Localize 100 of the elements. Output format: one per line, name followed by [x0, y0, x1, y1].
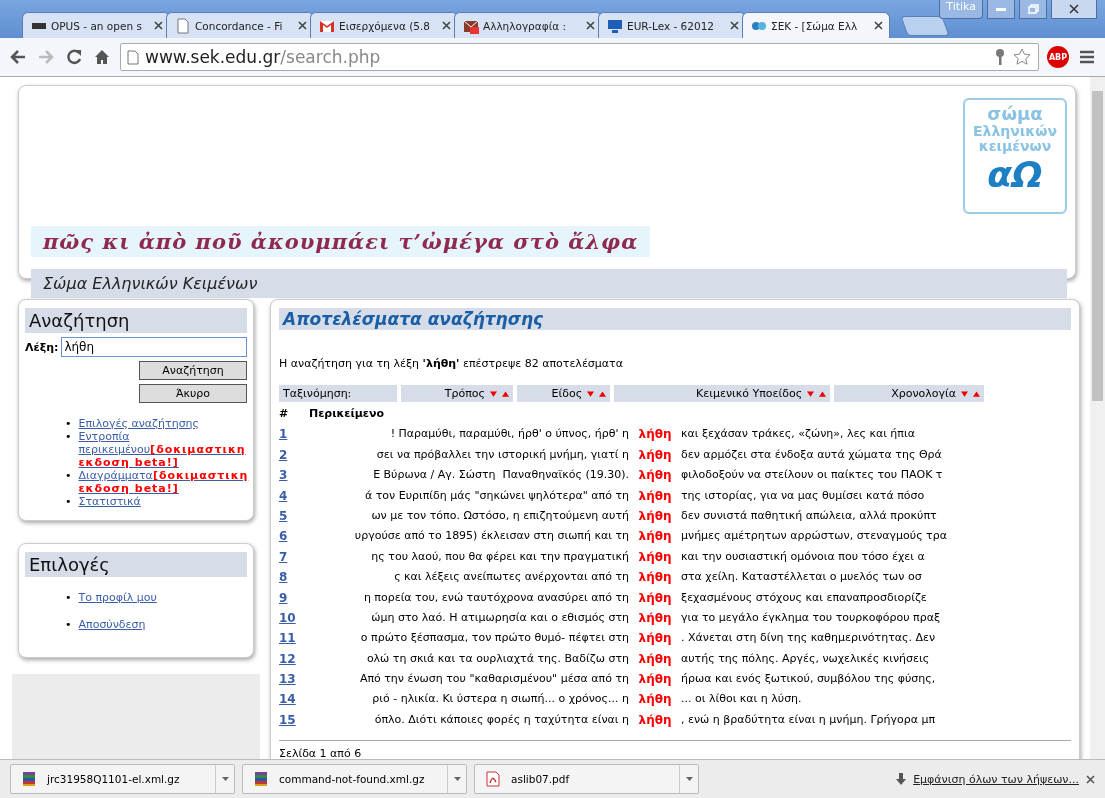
- star-icon[interactable]: [1012, 47, 1032, 67]
- close-icon[interactable]: [154, 21, 163, 30]
- context-left: Από την ένωση του "καθαρισμένου" μέσα από τη: [358, 671, 629, 688]
- menu-link[interactable]: Εντροπία περικειμένου[δοκιμαστικη εκδοση beta!]: [78, 430, 247, 469]
- close-icon[interactable]: [442, 21, 451, 30]
- close-button[interactable]: [1051, 0, 1097, 19]
- keyword: λήθη: [637, 711, 673, 729]
- result-link[interactable]: 2: [279, 444, 303, 466]
- sort-up-icon[interactable]: [973, 390, 980, 397]
- sort-column[interactable]: Τρόπος: [401, 385, 513, 402]
- result-link[interactable]: 13: [279, 669, 303, 690]
- caret-icon[interactable]: [221, 777, 229, 781]
- logo-text: Ελληνικών: [973, 124, 1057, 139]
- page-icon: [175, 17, 191, 34]
- menu-link[interactable]: Διαγράμματα[δοκιμαστικη εκδοση beta!]: [78, 469, 249, 495]
- scrollbar[interactable]: [1090, 77, 1105, 760]
- reload-icon[interactable]: [64, 47, 84, 67]
- sort-column[interactable]: Χρονολογία: [834, 385, 984, 402]
- address-bar[interactable]: www.sek.edu.gr/search.php: [120, 43, 1039, 71]
- close-icon[interactable]: [874, 21, 883, 30]
- close-icon[interactable]: [1086, 774, 1095, 784]
- keyword: λήθη: [637, 528, 673, 546]
- form-button[interactable]: Αναζήτηση: [139, 361, 247, 380]
- sort-down-icon[interactable]: [587, 390, 595, 397]
- context-right: της ιστορίας, για να μας θυμίσει κατά πόσο: [681, 487, 926, 504]
- panel-title: Αναζήτηση: [25, 308, 247, 333]
- context-left: ριό - ηλικία. Κι ύστερα η σιωπή... ο χρόνος... η: [371, 691, 629, 708]
- context-right: , ενώ η βραδύτητα είναι η μνήμη. Γρήγορα μπ: [681, 711, 937, 728]
- close-icon[interactable]: [298, 21, 307, 30]
- keyword: λήθη: [637, 650, 673, 668]
- site-logo[interactable]: σώμα Ελληνικών κειμένων αΩ: [963, 98, 1067, 214]
- context-right: φιλοδοξούν να στείλουν οι παίκτες του ΠΑΟΚ τ: [681, 467, 944, 484]
- result-link[interactable]: 10: [279, 607, 303, 629]
- browser-tab[interactable]: ΣΕΚ - [Σώμα Ελλ: [742, 12, 890, 38]
- extension-button[interactable]: ABP: [1047, 46, 1069, 68]
- menu-link[interactable]: Επιλογές αναζήτησης: [78, 417, 200, 430]
- keyword: λήθη: [637, 426, 673, 444]
- context-left: η πορεία του, ενώ ταυτόχρονα ανασύρει από τη: [362, 589, 629, 606]
- result-link[interactable]: 15: [279, 709, 303, 731]
- bullet: •: [65, 417, 72, 430]
- sort-up-icon[interactable]: [599, 390, 607, 397]
- show-all-link[interactable]: Εμφάνιση όλων των λήψεων...: [913, 772, 1079, 786]
- download-item[interactable]: aslib07.pdf: [474, 764, 699, 794]
- sort-down-icon[interactable]: [807, 390, 815, 397]
- menu-link[interactable]: Το προφίλ μου: [78, 591, 157, 604]
- sort-up-icon[interactable]: [502, 390, 509, 397]
- context-right: μνήμες αμέτρητων αρρώστων, στεναγμούς τρα: [681, 528, 948, 545]
- context-right: στα χείλη. Καταστέλλεται ο μυελός των οσ: [681, 569, 923, 586]
- result-link[interactable]: 14: [279, 689, 303, 710]
- context-right: ήρωα και ενός ξωτικού, συμβόλου της φύσης,: [681, 671, 937, 688]
- sort-column[interactable]: Κειμενικό Υποείδος: [614, 385, 831, 402]
- menu-link[interactable]: Αποσύνδεση: [78, 618, 146, 631]
- form-button[interactable]: Άκυρο: [139, 384, 247, 403]
- context-left: υργούσε από το 1895) έκλεισαν στη σιωπή και τη: [353, 528, 629, 545]
- result-link[interactable]: 4: [279, 485, 303, 506]
- context-right: για το μεγάλο έγκλημα του τουρκοφόρου πραξ: [681, 609, 942, 626]
- keyword: λήθη: [637, 569, 673, 587]
- sort-down-icon[interactable]: [490, 390, 497, 397]
- keyword: λήθη: [637, 446, 673, 464]
- logo-icon: [751, 20, 767, 31]
- caret-icon[interactable]: [685, 777, 693, 781]
- result-link[interactable]: 9: [279, 587, 303, 608]
- caret-icon[interactable]: [453, 777, 461, 781]
- context-left: ης του λαού, που θα φέρει και την πραγματική: [370, 548, 629, 565]
- sort-down-icon[interactable]: [961, 390, 968, 397]
- context-left: ων με τον τόπο. Ωστόσο, η επιζητούμενη αυτή: [370, 507, 629, 524]
- context-left: ! Παραμύθι, παραμύθι, ήρθ' ο ύπνος, ήρθ' η: [389, 426, 629, 443]
- search-field[interactable]: λήθη: [61, 337, 247, 357]
- monitor-icon: [607, 17, 623, 34]
- result-link[interactable]: 5: [279, 505, 303, 527]
- result-link[interactable]: 3: [279, 465, 303, 486]
- column-header: #: [279, 406, 290, 422]
- result-link[interactable]: 12: [279, 648, 303, 670]
- sort-up-icon[interactable]: [819, 390, 827, 397]
- motto-banner: πῶς κι ἀπὸ ποῦ ἀκουμπάει τ’ὠμέγα στὸ ἄλφα: [31, 226, 651, 257]
- menu-link[interactable]: Στατιστικά: [78, 495, 141, 508]
- minimize-button[interactable]: [987, 0, 1015, 19]
- bullet: •: [65, 495, 72, 508]
- new-tab-button[interactable]: [900, 16, 950, 36]
- bullet: •: [65, 469, 72, 482]
- page-icon: [127, 49, 139, 65]
- keyword: λήθη: [637, 671, 673, 689]
- close-icon[interactable]: [730, 21, 739, 30]
- field-label: Λέξη:: [25, 340, 59, 354]
- result-link[interactable]: 6: [279, 526, 303, 547]
- context-right: δεν αρμόζει στα ένδοξα αυτά χώματα της Θρά: [681, 446, 943, 463]
- sort-column[interactable]: Είδος: [517, 385, 611, 402]
- key-icon[interactable]: [994, 48, 1006, 66]
- context-right: και την ουσιαστική ομόνοια που τόσο έχει α: [681, 548, 926, 565]
- maximize-button[interactable]: [1019, 0, 1047, 19]
- close-icon[interactable]: [586, 21, 595, 30]
- results-title: Αποτελέσματα αναζήτησης: [279, 308, 1071, 330]
- context-left: ς και λέξεις ανείπωτες ανέρχονται από τη: [393, 569, 629, 586]
- result-link[interactable]: 8: [279, 567, 303, 588]
- pager-text: Σελίδα 1 από 6: [279, 747, 362, 760]
- result-link[interactable]: 1: [279, 424, 303, 445]
- result-link[interactable]: 11: [279, 628, 303, 649]
- result-link[interactable]: 7: [279, 546, 303, 568]
- download-item[interactable]: command-not-found.xml.gz: [242, 764, 467, 794]
- download-item[interactable]: jrc31958Q1101-el.xml.gz: [10, 764, 235, 794]
